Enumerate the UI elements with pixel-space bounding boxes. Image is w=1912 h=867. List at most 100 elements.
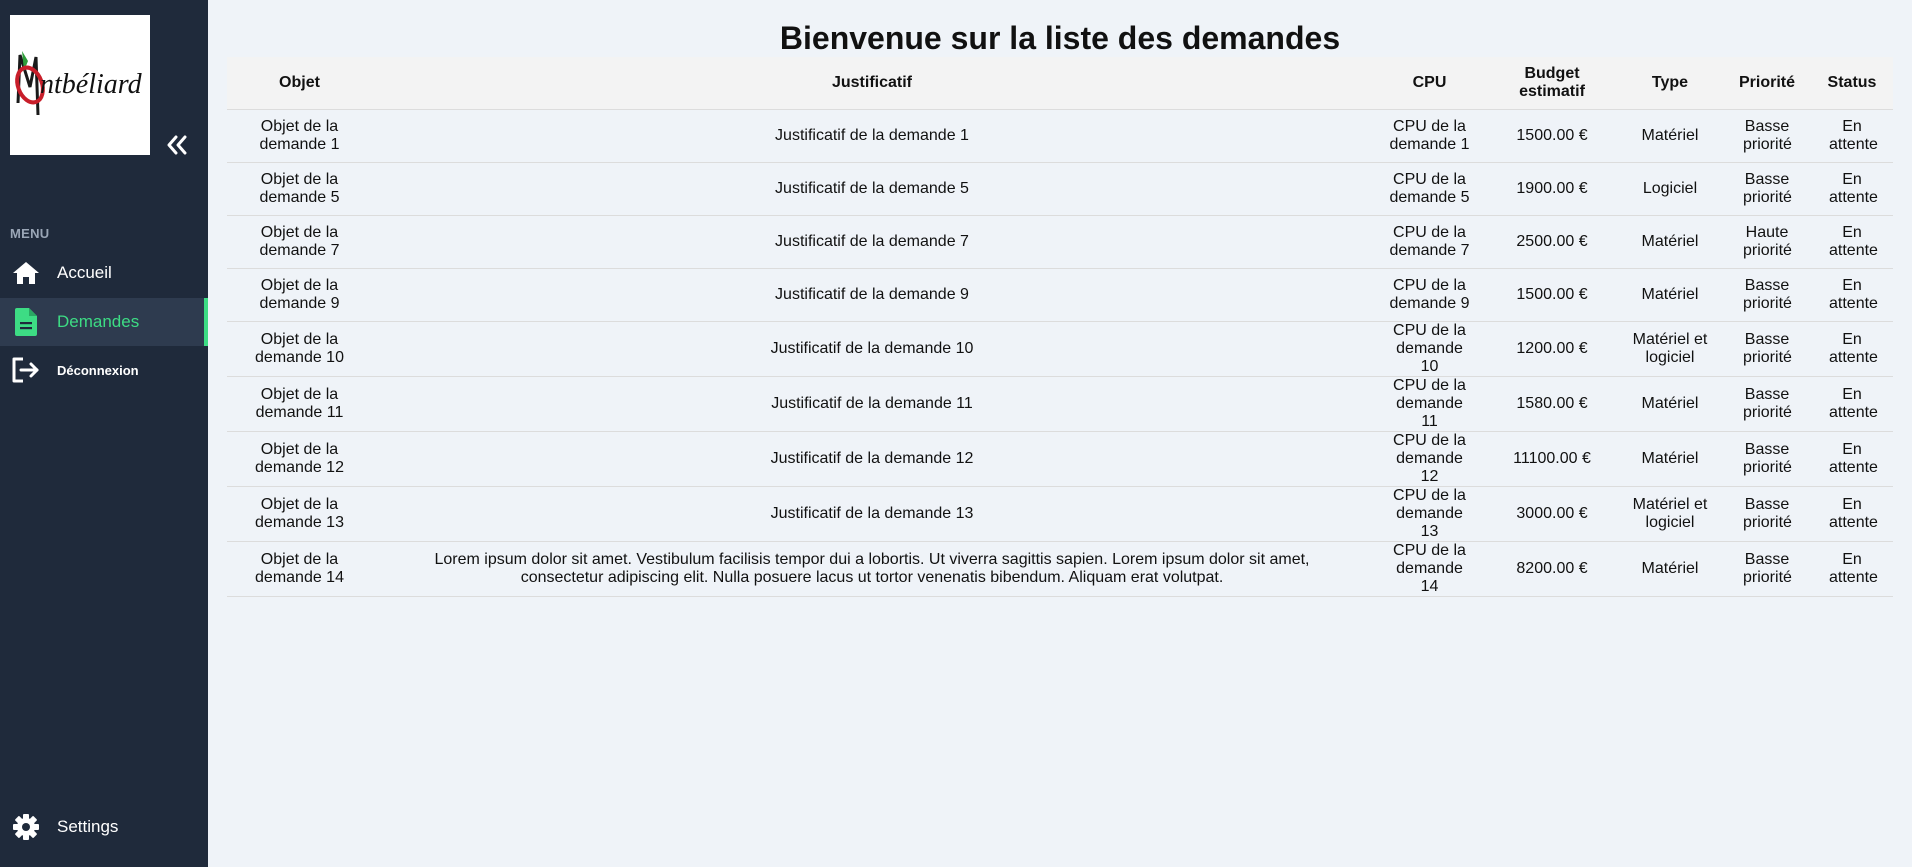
- logout-icon: [11, 355, 41, 385]
- cell-cpu: CPU de la demande 12: [1372, 431, 1487, 487]
- cell-budget: 1200.00 €: [1487, 321, 1617, 377]
- cell-justificatif: Justificatif de la demande 5: [372, 162, 1372, 216]
- menu-label: MENU: [10, 226, 50, 241]
- table-row[interactable]: Objet de la demande 13 Justificatif de l…: [227, 486, 1893, 542]
- header-priorite: Priorité: [1723, 57, 1811, 110]
- header-budget: Budget estimatif: [1487, 57, 1617, 110]
- sidebar-item-settings[interactable]: Settings: [0, 803, 208, 851]
- cell-objet: Objet de la demande 1: [227, 109, 372, 163]
- cell-type: Matériel: [1617, 109, 1723, 163]
- cell-status: En attente: [1811, 215, 1893, 269]
- cell-priorite: Basse priorité: [1723, 162, 1811, 216]
- sidebar-item-label: Déconnexion: [57, 362, 139, 378]
- cell-cpu: CPU de la demande 11: [1372, 376, 1487, 432]
- cell-type: Logiciel: [1617, 162, 1723, 216]
- cell-justificatif: Justificatif de la demande 10: [372, 321, 1372, 377]
- table-row[interactable]: Objet de la demande 5 Justificatif de la…: [227, 162, 1893, 216]
- cell-priorite: Basse priorité: [1723, 486, 1811, 542]
- cell-status: En attente: [1811, 376, 1893, 432]
- cell-type: Matériel et logiciel: [1617, 321, 1723, 377]
- header-status: Status: [1811, 57, 1893, 110]
- cell-objet: Objet de la demande 14: [227, 541, 372, 597]
- cell-priorite: Basse priorité: [1723, 109, 1811, 163]
- cell-budget: 1500.00 €: [1487, 268, 1617, 322]
- cell-justificatif: Justificatif de la demande 1: [372, 109, 1372, 163]
- cell-status: En attente: [1811, 541, 1893, 597]
- cell-budget: 1900.00 €: [1487, 162, 1617, 216]
- cell-cpu: CPU de la demande 13: [1372, 486, 1487, 542]
- cell-cpu: CPU de la demande 7: [1372, 215, 1487, 269]
- table-row[interactable]: Objet de la demande 7 Justificatif de la…: [227, 215, 1893, 269]
- header-objet: Objet: [227, 57, 372, 110]
- cell-justificatif: Justificatif de la demande 12: [372, 431, 1372, 487]
- sidebar-item-demandes[interactable]: Demandes: [0, 298, 208, 346]
- cell-objet: Objet de la demande 11: [227, 376, 372, 432]
- cell-status: En attente: [1811, 486, 1893, 542]
- cell-type: Matériel: [1617, 268, 1723, 322]
- cell-objet: Objet de la demande 12: [227, 431, 372, 487]
- header-justificatif: Justificatif: [372, 57, 1372, 110]
- settings-label: Settings: [57, 817, 119, 836]
- cell-budget: 1500.00 €: [1487, 109, 1617, 163]
- sidebar: ntbéliard MENU Accueil Demandes Déconnex…: [0, 0, 208, 867]
- header-cpu: CPU: [1372, 57, 1487, 110]
- logo-text: ntbéliard: [40, 69, 143, 100]
- collapse-sidebar-button[interactable]: [164, 132, 190, 158]
- sidebar-item-label: Demandes: [57, 312, 140, 331]
- cell-priorite: Basse priorité: [1723, 431, 1811, 487]
- table-row[interactable]: Objet de la demande 12 Justificatif de l…: [227, 431, 1893, 487]
- cell-budget: 8200.00 €: [1487, 541, 1617, 597]
- cell-objet: Objet de la demande 9: [227, 268, 372, 322]
- cell-priorite: Haute priorité: [1723, 215, 1811, 269]
- table-row[interactable]: Objet de la demande 1 Justificatif de la…: [227, 109, 1893, 163]
- table-row[interactable]: Objet de la demande 9 Justificatif de la…: [227, 268, 1893, 322]
- cell-justificatif: Justificatif de la demande 7: [372, 215, 1372, 269]
- header-type: Type: [1617, 57, 1723, 110]
- cell-justificatif: Lorem ipsum dolor sit amet. Vestibulum f…: [372, 541, 1372, 597]
- cell-status: En attente: [1811, 431, 1893, 487]
- sidebar-item-label: Accueil: [57, 263, 112, 282]
- cell-status: En attente: [1811, 268, 1893, 322]
- table-row[interactable]: Objet de la demande 11 Justificatif de l…: [227, 376, 1893, 432]
- cell-type: Matériel: [1617, 215, 1723, 269]
- cell-budget: 2500.00 €: [1487, 215, 1617, 269]
- home-icon: [11, 258, 41, 288]
- cell-priorite: Basse priorité: [1723, 376, 1811, 432]
- cell-priorite: Basse priorité: [1723, 268, 1811, 322]
- sidebar-item-accueil[interactable]: Accueil: [0, 249, 208, 297]
- gear-icon: [11, 812, 41, 842]
- table-row[interactable]: Objet de la demande 10 Justificatif de l…: [227, 321, 1893, 377]
- main-content: Bienvenue sur la liste des demandes Obje…: [227, 0, 1893, 597]
- cell-objet: Objet de la demande 7: [227, 215, 372, 269]
- cell-cpu: CPU de la demande 1: [1372, 109, 1487, 163]
- montbeliard-logo-image: ntbéliard: [10, 15, 150, 155]
- cell-status: En attente: [1811, 109, 1893, 163]
- cell-justificatif: Justificatif de la demande 11: [372, 376, 1372, 432]
- cell-cpu: CPU de la demande 9: [1372, 268, 1487, 322]
- cell-type: Matériel: [1617, 541, 1723, 597]
- table-header-row: Objet Justificatif CPU Budget estimatif …: [227, 57, 1893, 110]
- cell-type: Matériel: [1617, 431, 1723, 487]
- cell-budget: 1580.00 €: [1487, 376, 1617, 432]
- cell-type: Matériel: [1617, 376, 1723, 432]
- cell-status: En attente: [1811, 162, 1893, 216]
- cell-cpu: CPU de la demande 5: [1372, 162, 1487, 216]
- cell-justificatif: Justificatif de la demande 13: [372, 486, 1372, 542]
- sidebar-item-deconnexion[interactable]: Déconnexion: [0, 346, 208, 394]
- logo: ntbéliard: [10, 15, 150, 155]
- cell-priorite: Basse priorité: [1723, 321, 1811, 377]
- cell-status: En attente: [1811, 321, 1893, 377]
- cell-type: Matériel et logiciel: [1617, 486, 1723, 542]
- page-title: Bienvenue sur la liste des demandes: [779, 20, 1341, 56]
- demandes-table: Objet Justificatif CPU Budget estimatif …: [227, 57, 1893, 597]
- cell-cpu: CPU de la demande 10: [1372, 321, 1487, 377]
- cell-budget: 3000.00 €: [1487, 486, 1617, 542]
- table-row[interactable]: Objet de la demande 14 Lorem ipsum dolor…: [227, 541, 1893, 597]
- cell-priorite: Basse priorité: [1723, 541, 1811, 597]
- cell-justificatif: Justificatif de la demande 9: [372, 268, 1372, 322]
- cell-objet: Objet de la demande 10: [227, 321, 372, 377]
- document-icon: [11, 307, 41, 337]
- cell-cpu: CPU de la demande 14: [1372, 541, 1487, 597]
- table-body: Objet de la demande 1 Justificatif de la…: [227, 109, 1893, 597]
- cell-objet: Objet de la demande 13: [227, 486, 372, 542]
